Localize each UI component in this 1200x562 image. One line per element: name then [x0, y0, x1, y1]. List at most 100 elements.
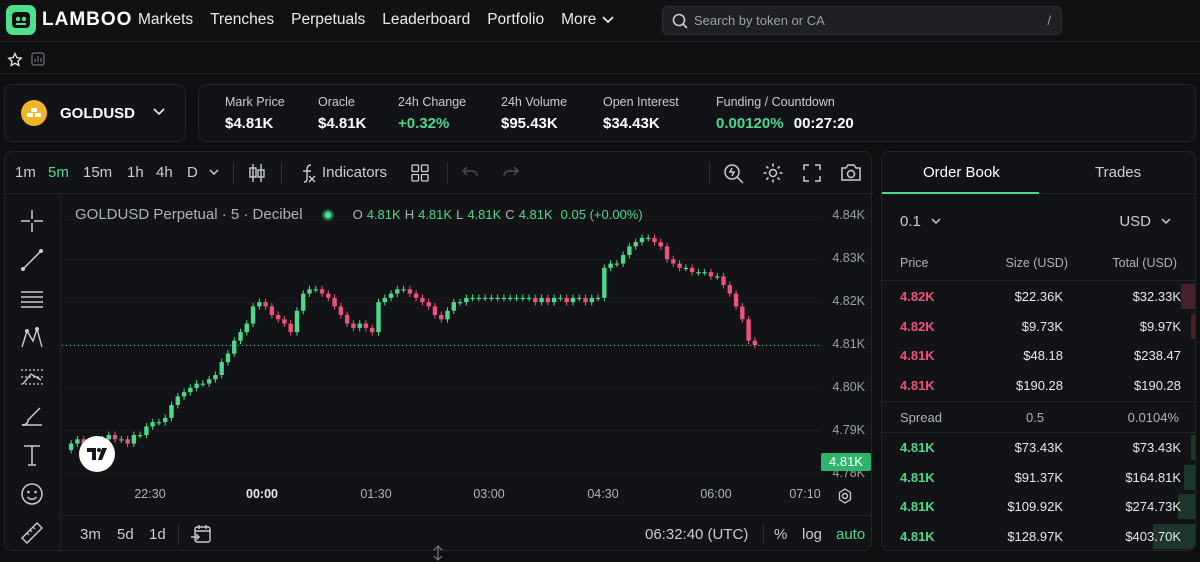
interval-1m[interactable]: 1m — [15, 164, 36, 181]
ruler-icon[interactable] — [19, 520, 45, 546]
star-icon[interactable] — [7, 52, 23, 68]
divider — [178, 523, 179, 545]
row-price: 4.81K — [900, 348, 935, 363]
candlestick-icon[interactable] — [247, 162, 267, 184]
divider — [763, 523, 764, 545]
candle — [213, 371, 218, 383]
candle — [470, 294, 475, 302]
goto-date-icon[interactable] — [190, 524, 212, 544]
tick-size-select[interactable]: 0.1 — [900, 213, 941, 230]
horizontal-lines-icon[interactable] — [19, 286, 45, 312]
pattern-icon[interactable] — [19, 325, 45, 351]
order-book-row[interactable]: 4.81K $73.43K $73.43K — [882, 433, 1195, 462]
range-3m[interactable]: 3m — [80, 526, 101, 543]
market-stats: Mark Price $4.81K Oracle $4.81K 24h Chan… — [198, 84, 1196, 142]
range-5d[interactable]: 5d — [117, 526, 134, 543]
order-book-row[interactable]: 4.81K $109.92K $274.73K — [882, 492, 1195, 521]
fullscreen-icon[interactable] — [803, 164, 821, 182]
undo-icon[interactable] — [462, 165, 478, 179]
candle — [702, 268, 707, 276]
tab-trades[interactable]: Trades — [1095, 164, 1141, 181]
last-price-tag: 4.81K — [821, 453, 871, 471]
stat-value: 0.00120% 00:27:20 — [716, 115, 854, 132]
order-book-row[interactable]: 4.81K $190.28 $190.28 — [882, 371, 1195, 400]
order-book-row[interactable]: 4.82K $22.36K $32.33K — [882, 282, 1195, 311]
depth-bar — [1191, 313, 1195, 339]
candle — [539, 294, 544, 306]
text-icon[interactable] — [19, 442, 45, 468]
quick-search-icon[interactable] — [723, 162, 745, 184]
price-axis[interactable]: 4.84K 4.83K 4.82K 4.81K 4.80K 4.79K 4.78K — [823, 195, 873, 495]
time-tick-label: 04:30 — [587, 487, 619, 501]
candle — [733, 290, 739, 310]
header-size: Size (USD) — [1005, 256, 1068, 270]
trend-line-icon[interactable] — [19, 247, 45, 273]
crosshair-icon[interactable] — [19, 208, 45, 234]
layout-grid-icon[interactable] — [411, 164, 429, 182]
function-icon[interactable] — [299, 163, 317, 183]
emoji-icon[interactable] — [19, 481, 45, 507]
candle — [125, 435, 130, 447]
tab-order-book[interactable]: Order Book — [923, 164, 1000, 181]
candle — [68, 440, 74, 454]
nav-trenches[interactable]: Trenches — [210, 11, 274, 29]
order-book-row[interactable]: 4.82K $9.73K $9.97K — [882, 312, 1195, 341]
resize-handle-icon[interactable] — [432, 545, 444, 561]
nav-leaderboard[interactable]: Leaderboard — [382, 11, 470, 29]
range-1d[interactable]: 1d — [149, 526, 166, 543]
order-book-row[interactable]: 4.81K $91.37K $164.81K — [882, 463, 1195, 492]
candle — [589, 294, 594, 306]
nav-markets[interactable]: Markets — [138, 11, 193, 29]
tradingview-logo[interactable] — [79, 436, 115, 472]
nav-more[interactable]: More — [561, 11, 615, 29]
row-price: 4.81K — [900, 440, 935, 455]
candle — [344, 311, 350, 327]
nav-perpetuals[interactable]: Perpetuals — [291, 11, 365, 29]
candle — [376, 298, 381, 336]
axis-settings-icon[interactable] — [837, 488, 853, 504]
camera-icon[interactable] — [840, 163, 862, 182]
candle — [464, 294, 469, 306]
utc-clock[interactable]: 06:32:40 (UTC) — [645, 526, 748, 543]
percent-toggle[interactable]: % — [774, 526, 787, 543]
order-book-row[interactable]: 4.81K $48.18 $238.47 — [882, 341, 1195, 370]
market-selector[interactable]: GOLDUSD — [4, 84, 186, 142]
gear-icon[interactable] — [762, 162, 784, 184]
price-chart[interactable] — [62, 195, 822, 495]
brush-icon[interactable] — [19, 403, 45, 429]
stat-label: 24h Volume — [501, 95, 568, 109]
projection-icon[interactable] — [19, 364, 45, 390]
interval-15m[interactable]: 15m — [83, 164, 112, 181]
legend-h-value: 4.81K — [418, 207, 453, 222]
candle — [533, 294, 538, 306]
funding-rate: 0.00120% — [716, 115, 784, 132]
interval-d[interactable]: D — [187, 164, 198, 181]
candle — [395, 285, 400, 297]
redo-icon[interactable] — [503, 165, 519, 179]
interval-5m[interactable]: 5m — [48, 164, 69, 181]
sub-bar — [0, 46, 1200, 74]
candle — [332, 294, 337, 310]
search-input[interactable] — [694, 13, 1034, 28]
nav-portfolio[interactable]: Portfolio — [487, 11, 544, 29]
row-price: 4.81K — [900, 377, 935, 393]
row-total: $73.43K — [1132, 440, 1181, 455]
interval-1h[interactable]: 1h — [127, 164, 144, 181]
row-total: $190.28 — [1134, 377, 1181, 393]
chart-bottom-bar: 3m 5d 1d 06:32:40 (UTC) % log auto — [62, 515, 872, 551]
chevron-down-icon[interactable] — [209, 169, 219, 176]
chart-small-icon[interactable] — [31, 52, 45, 66]
candle — [727, 281, 732, 297]
logo[interactable]: LAMBOO — [6, 5, 132, 35]
order-book-row[interactable]: 4.81K $128.97K $403.70K — [882, 522, 1195, 551]
log-toggle[interactable]: log — [802, 526, 822, 543]
interval-4h[interactable]: 4h — [156, 164, 173, 181]
currency-select[interactable]: USD — [1119, 213, 1171, 230]
candle — [119, 435, 124, 443]
auto-toggle[interactable]: auto — [836, 526, 865, 543]
indicators-button[interactable]: Indicators — [322, 164, 387, 181]
candle — [288, 320, 293, 336]
candle — [526, 294, 532, 302]
stat-value: +0.32% — [398, 115, 450, 132]
time-axis[interactable]: 22:30 00:00 01:30 03:00 04:30 06:00 07:10 — [62, 487, 822, 507]
